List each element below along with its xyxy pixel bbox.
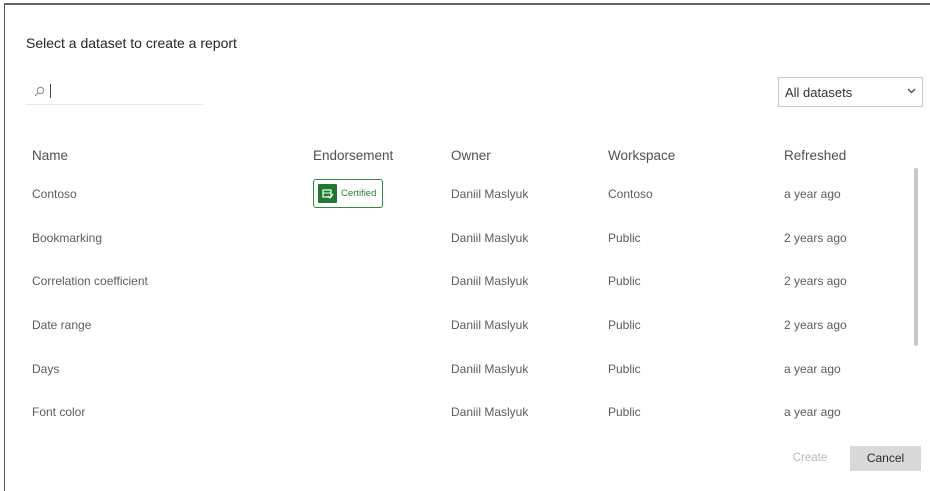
certified-icon xyxy=(318,184,337,203)
column-header-owner[interactable]: Owner xyxy=(451,148,491,163)
row-refreshed: a year ago xyxy=(784,405,841,419)
chevron-down-icon xyxy=(907,88,916,94)
table-scrollbar[interactable] xyxy=(911,168,921,363)
row-workspace: Public xyxy=(608,405,641,419)
row-owner: Daniil Maslyuk xyxy=(451,231,529,245)
row-owner: Daniil Maslyuk xyxy=(451,318,529,332)
row-workspace: Public xyxy=(608,318,641,332)
certified-badge: Certified xyxy=(313,179,383,208)
column-header-workspace[interactable]: Workspace xyxy=(608,148,675,163)
row-owner: Daniil Maslyuk xyxy=(451,187,529,201)
text-caret xyxy=(50,84,51,98)
create-button[interactable]: Create xyxy=(778,446,842,471)
search-box[interactable] xyxy=(26,77,203,105)
row-refreshed: 2 years ago xyxy=(784,318,847,332)
select-dataset-dialog: Select a dataset to create a report All … xyxy=(4,3,930,491)
scrollbar-thumb[interactable] xyxy=(914,168,918,346)
row-refreshed: a year ago xyxy=(784,362,841,376)
row-refreshed: a year ago xyxy=(784,187,841,201)
row-owner: Daniil Maslyuk xyxy=(451,405,529,419)
dataset-filter-value: All datasets xyxy=(785,85,853,100)
row-workspace: Public xyxy=(608,362,641,376)
row-name: Font color xyxy=(32,405,86,419)
row-name: Correlation coefficient xyxy=(32,274,148,288)
dialog-title: Select a dataset to create a report xyxy=(26,35,237,51)
row-refreshed: 2 years ago xyxy=(784,274,847,288)
column-header-name[interactable]: Name xyxy=(32,148,68,163)
row-name: Contoso xyxy=(32,187,77,201)
column-header-refreshed[interactable]: Refreshed xyxy=(784,148,846,163)
search-input[interactable] xyxy=(54,81,198,103)
row-workspace: Public xyxy=(608,231,641,245)
dataset-filter-dropdown[interactable]: All datasets xyxy=(778,77,923,107)
certified-label: Certified xyxy=(341,188,377,199)
row-owner: Daniil Maslyuk xyxy=(451,362,529,376)
row-name: Bookmarking xyxy=(32,231,103,245)
row-owner: Daniil Maslyuk xyxy=(451,274,529,288)
column-header-endorsement[interactable]: Endorsement xyxy=(313,148,393,163)
cancel-button[interactable]: Cancel xyxy=(850,446,921,471)
search-icon xyxy=(34,86,45,97)
row-name: Date range xyxy=(32,318,92,332)
row-workspace: Public xyxy=(608,274,641,288)
row-workspace: Contoso xyxy=(608,187,653,201)
row-refreshed: 2 years ago xyxy=(784,231,847,245)
row-name: Days xyxy=(32,362,60,376)
